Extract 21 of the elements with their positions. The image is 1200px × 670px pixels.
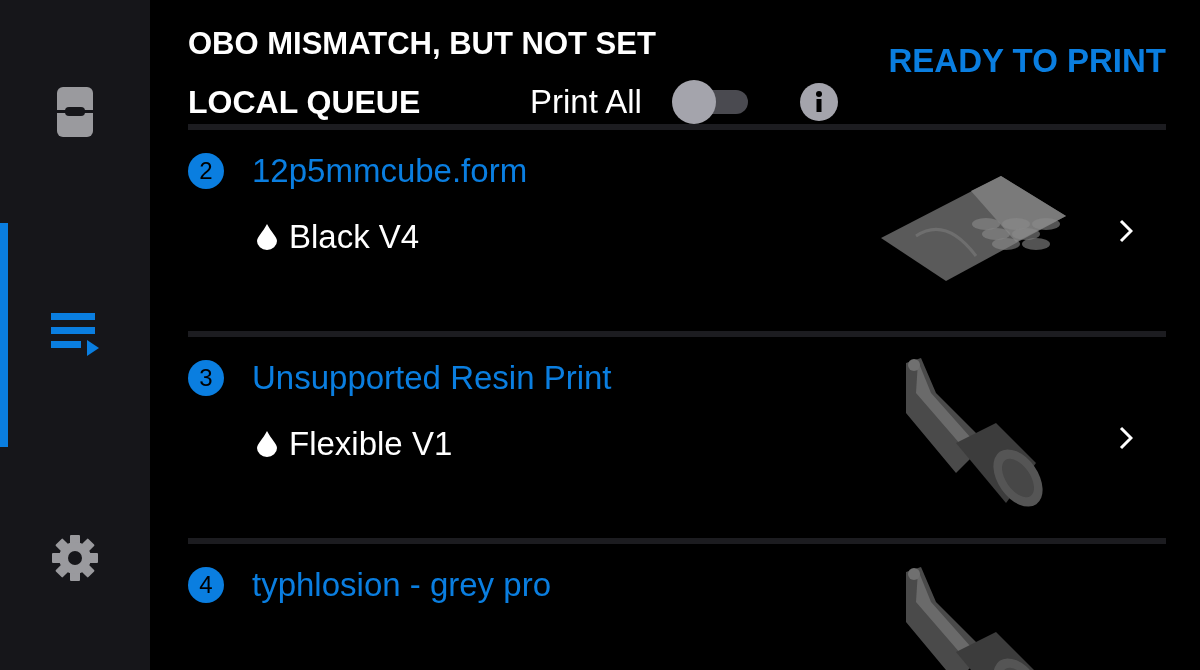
printer-icon: [56, 85, 94, 138]
printer-status: READY TO PRINT: [888, 42, 1166, 80]
drop-icon: [257, 224, 277, 250]
chevron-right-icon[interactable]: [1119, 425, 1133, 450]
job-name[interactable]: typhlosion - grey pro: [252, 566, 551, 604]
material-label: Black V4: [289, 218, 420, 256]
print-all-label: Print All: [530, 83, 642, 121]
queue-position-badge: 4: [188, 567, 224, 603]
job-name[interactable]: 12p5mmcube.form: [252, 152, 528, 190]
section-title: LOCAL QUEUE: [188, 83, 422, 121]
queue-icon: [51, 313, 99, 357]
job-name[interactable]: Unsupported Resin Print: [252, 359, 612, 397]
queue-position-badge: 2: [188, 153, 224, 189]
material-label: Flexible V1: [289, 425, 453, 463]
drop-icon: [257, 431, 277, 457]
settings-icon: [51, 534, 99, 583]
queue-position-badge: 3: [188, 360, 224, 396]
print-all-toggle[interactable]: [671, 80, 748, 124]
page-title: OBO MISMATCH, BUT NOT SET: [188, 26, 656, 62]
info-icon[interactable]: [799, 83, 838, 121]
chevron-right-icon[interactable]: [1119, 218, 1133, 243]
